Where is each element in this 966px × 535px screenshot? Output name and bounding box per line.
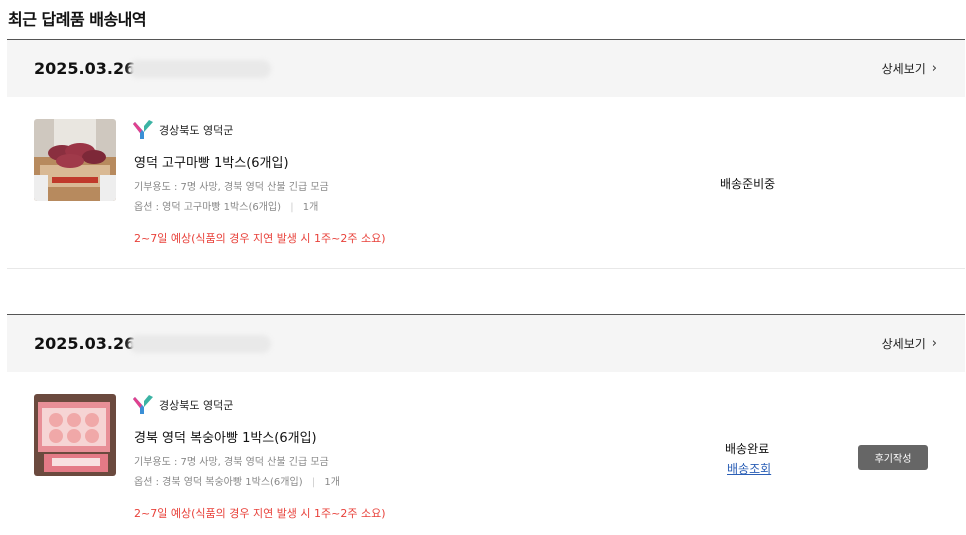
order-date: 2025.03.26 [34,334,136,353]
chevron-right-icon: › [931,61,937,76]
option-text: 옵션 : 경북 영덕 복숭아빵 1박스(6개입) [134,477,303,488]
divider: | [311,477,316,488]
product-image[interactable] [34,119,116,201]
order-card: 2025.03.26 상세보기 › [7,314,965,535]
delivery-notice: 2~7일 예상(식품의 경우 지연 발생 시 1주~2주 소요) [134,507,386,520]
product-name: 영덕 고구마빵 1박스(6개입) [134,156,289,171]
order-header: 2025.03.26 상세보기 › [7,314,965,372]
order-body: 경상북도 영덕군 경북 영덕 복숭아빵 1박스(6개입) 기부용도 : 7명 사… [7,372,965,535]
delivery-status: 배송완료 [725,442,770,456]
product-name: 경북 영덕 복숭아빵 1박스(6개입) [134,431,317,446]
region-logo-icon [133,395,153,414]
region-brand: 경상북도 영덕군 [133,395,233,415]
detail-link-label: 상세보기 [881,337,926,351]
divider: | [290,202,294,213]
delivery-notice: 2~7일 예상(식품의 경우 지연 발생 시 1주~2주 소요) [134,232,386,245]
blurred-order-number [129,335,271,353]
order-date: 2025.03.26 [34,59,136,78]
blurred-order-number [129,60,271,78]
order-card: 2025.03.26 상세보기 › [7,39,965,269]
order-body: 경상북도 영덕군 영덕 고구마빵 1박스(6개입) 기부용도 : 7명 사망, … [7,97,965,269]
page-title: 최근 답례품 배송내역 [8,10,147,29]
chevron-right-icon: › [931,336,937,351]
write-review-button[interactable]: 후기작성 [858,445,928,470]
product-image[interactable] [34,394,116,476]
track-delivery-link[interactable]: 배송조회 [727,460,771,477]
region-name: 경상북도 영덕군 [159,124,234,137]
donation-purpose: 기부용도 : 7명 사망, 경북 영덕 산불 긴급 모금 [134,457,329,468]
region-name: 경상북도 영덕군 [159,399,234,412]
quantity: 1개 [324,477,340,488]
region-brand: 경상북도 영덕군 [133,120,233,140]
quantity: 1개 [302,202,319,213]
option-info: 옵션 : 영덕 고구마빵 1박스(6개입) | 1개 [134,198,318,213]
donation-purpose: 기부용도 : 7명 사망, 경북 영덕 산불 긴급 모금 [134,182,329,193]
detail-link[interactable]: 상세보기 › [882,60,937,77]
detail-link[interactable]: 상세보기 › [882,335,937,352]
detail-link-label: 상세보기 [881,62,926,76]
option-text: 옵션 : 영덕 고구마빵 1박스(6개입) [134,202,282,213]
option-info: 옵션 : 경북 영덕 복숭아빵 1박스(6개입) | 1개 [134,473,340,488]
delivery-status: 배송준비중 [720,177,776,191]
region-logo-icon [133,120,153,139]
order-header: 2025.03.26 상세보기 › [7,39,965,97]
